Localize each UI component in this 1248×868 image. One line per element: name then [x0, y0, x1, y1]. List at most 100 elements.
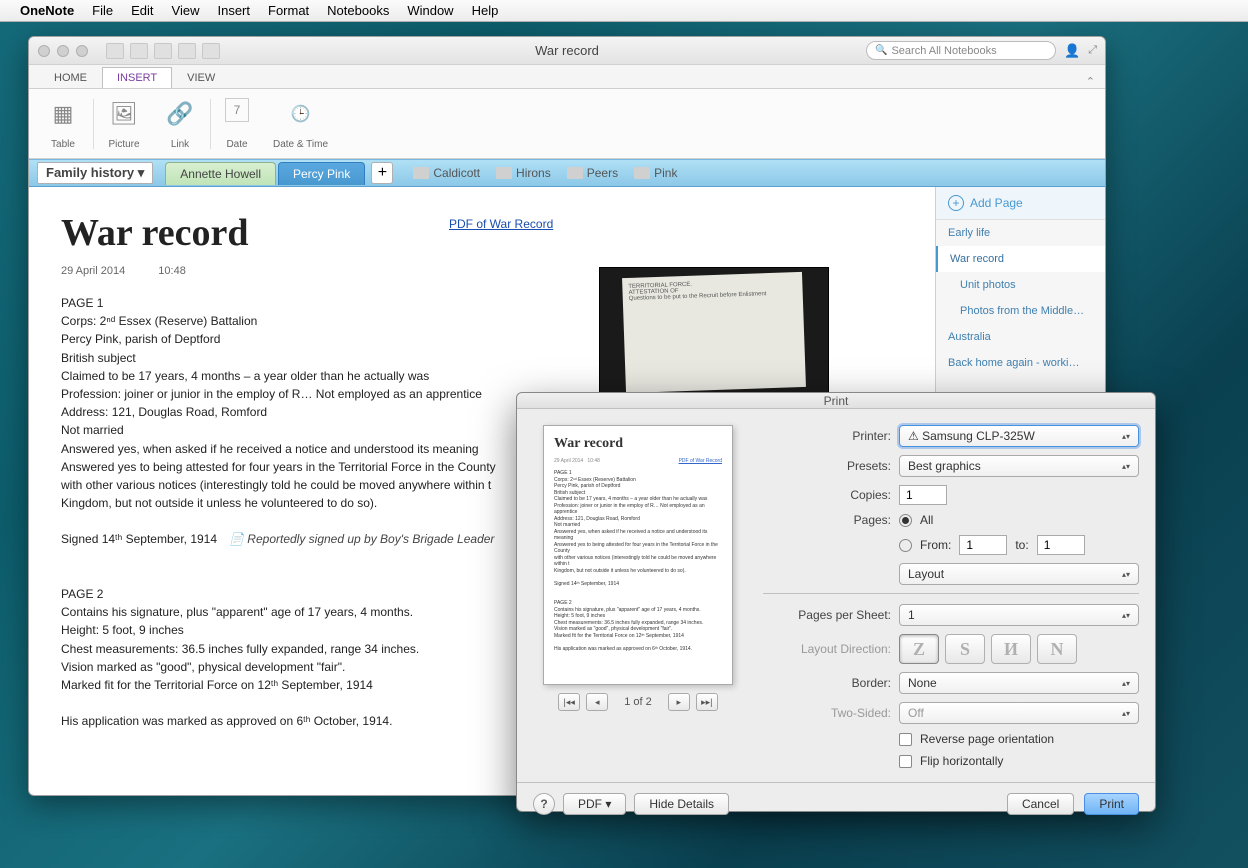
quick-caldicott[interactable]: Caldicott — [413, 166, 480, 180]
sidebar-page-item[interactable]: Back home again - worki… — [936, 350, 1105, 376]
tag-icon — [634, 167, 650, 179]
tab-insert[interactable]: INSERT — [102, 67, 172, 88]
two-sided-select[interactable]: Off▴▾ — [899, 702, 1139, 724]
menu-edit[interactable]: Edit — [131, 3, 153, 18]
document-scan: TERRITORIAL FORCE.ATTESTATION OFQuestion… — [622, 271, 806, 392]
notebook-selector[interactable]: Family history ▾ — [37, 162, 153, 184]
attached-image[interactable]: TERRITORIAL FORCE.ATTESTATION OFQuestion… — [599, 267, 829, 397]
pdf-button[interactable]: PDF ▾ — [563, 793, 626, 815]
last-page-button[interactable]: ▸▸| — [696, 693, 718, 711]
menu-notebooks[interactable]: Notebooks — [327, 3, 389, 18]
plus-icon: + — [948, 195, 964, 211]
menu-window[interactable]: Window — [407, 3, 453, 18]
menu-insert[interactable]: Insert — [217, 3, 250, 18]
ribbon-tabs: HOME INSERT VIEW ⌃ — [29, 65, 1105, 89]
quick-peers[interactable]: Peers — [567, 166, 618, 180]
to-input[interactable] — [1037, 535, 1085, 555]
notebook-bar: Family history ▾ Annette Howell Percy Pi… — [29, 159, 1105, 187]
layout-direction-buttons: Z S И N — [899, 634, 1077, 664]
section-tab-annette[interactable]: Annette Howell — [165, 162, 276, 185]
pps-select[interactable]: 1▴▾ — [899, 604, 1139, 626]
quick-hirons[interactable]: Hirons — [496, 166, 551, 180]
page-time: 10:48 — [158, 265, 186, 277]
link-icon: 🔗 — [164, 98, 196, 130]
app-name[interactable]: OneNote — [20, 3, 74, 18]
from-input[interactable] — [959, 535, 1007, 555]
macos-menubar: OneNote File Edit View Insert Format Not… — [0, 0, 1248, 22]
pps-label: Pages per Sheet: — [763, 608, 891, 622]
ribbon-date[interactable]: 7Date — [215, 94, 259, 154]
print-menu-select[interactable]: Layout▴▾ — [899, 563, 1139, 585]
pdf-link[interactable]: PDF of War Record — [449, 217, 553, 231]
layout-dir-3[interactable]: И — [991, 634, 1031, 664]
ribbon-picture[interactable]: 🖼Picture — [98, 94, 150, 154]
first-page-button[interactable]: |◂◂ — [558, 693, 580, 711]
print-options: Printer: ⚠ Samsung CLP-325W▴▾ Presets: B… — [763, 425, 1139, 776]
ribbon-datetime[interactable]: 🕒Date & Time — [263, 94, 338, 154]
window-titlebar: War record Search All Notebooks 👤 ⤢ — [29, 37, 1105, 65]
sidebar-page-item[interactable]: Photos from the Middle… — [936, 298, 1105, 324]
sidebar-page-item[interactable]: War record — [936, 246, 1105, 272]
sidebar-page-item[interactable]: Unit photos — [936, 272, 1105, 298]
ribbon-table[interactable]: ▦Table — [37, 94, 89, 154]
reverse-checkbox[interactable] — [899, 733, 912, 746]
pages-range-radio[interactable] — [899, 539, 912, 552]
hide-details-button[interactable]: Hide Details — [634, 793, 729, 815]
flip-label: Flip horizontally — [920, 754, 1003, 768]
reverse-label: Reverse page orientation — [920, 732, 1054, 746]
datetime-icon: 🕒 — [285, 98, 317, 130]
callout-note: 📄 Reportedly signed up by Boy's Brigade … — [229, 531, 494, 547]
window-title: War record — [535, 43, 599, 58]
presets-select[interactable]: Best graphics▴▾ — [899, 455, 1139, 477]
table-icon: ▦ — [47, 98, 79, 130]
add-section-button[interactable]: + — [371, 162, 393, 184]
ribbon-link[interactable]: 🔗Link — [154, 94, 206, 154]
dir-label: Layout Direction: — [763, 642, 891, 656]
quick-access-toolbar[interactable] — [106, 43, 220, 59]
tag-icon — [496, 167, 512, 179]
two-sided-label: Two-Sided: — [763, 706, 891, 720]
print-dialog: Print War record 29 April 2014 10:48 PDF… — [516, 392, 1156, 812]
menu-format[interactable]: Format — [268, 3, 309, 18]
pages-all-radio[interactable] — [899, 514, 912, 527]
add-page-button[interactable]: + Add Page — [936, 187, 1105, 220]
layout-dir-4[interactable]: N — [1037, 634, 1077, 664]
fullscreen-icon[interactable]: ⤢ — [1088, 44, 1097, 57]
collapse-ribbon-icon[interactable]: ⌃ — [1086, 75, 1095, 88]
menu-help[interactable]: Help — [472, 3, 499, 18]
layout-dir-2[interactable]: S — [945, 634, 985, 664]
print-footer: ? PDF ▾ Hide Details Cancel Print — [517, 782, 1155, 825]
printer-select[interactable]: ⚠ Samsung CLP-325W▴▾ — [899, 425, 1139, 447]
tag-icon — [413, 167, 429, 179]
tab-view[interactable]: VIEW — [172, 67, 230, 88]
date-icon: 7 — [225, 98, 249, 122]
pages-all-label: All — [920, 513, 933, 527]
printer-label: Printer: — [763, 429, 891, 443]
copies-input[interactable] — [899, 485, 947, 505]
section-tab-percy[interactable]: Percy Pink — [278, 162, 365, 185]
page-indicator: 1 of 2 — [624, 696, 652, 708]
traffic-lights[interactable] — [38, 45, 88, 57]
next-page-button[interactable]: ▸ — [668, 693, 690, 711]
menu-view[interactable]: View — [172, 3, 200, 18]
page-date: 29 April 2014 — [61, 265, 125, 277]
search-input[interactable]: Search All Notebooks — [866, 41, 1056, 60]
share-icon[interactable]: 👤 — [1064, 43, 1080, 59]
tab-home[interactable]: HOME — [39, 67, 102, 88]
print-button[interactable]: Print — [1084, 793, 1139, 815]
preview-page: War record 29 April 2014 10:48 PDF of Wa… — [543, 425, 733, 685]
presets-label: Presets: — [763, 459, 891, 473]
picture-icon: 🖼 — [108, 98, 140, 130]
border-select[interactable]: None▴▾ — [899, 672, 1139, 694]
menu-file[interactable]: File — [92, 3, 113, 18]
help-button[interactable]: ? — [533, 793, 555, 815]
sidebar-page-item[interactable]: Australia — [936, 324, 1105, 350]
cancel-button[interactable]: Cancel — [1007, 793, 1074, 815]
flip-checkbox[interactable] — [899, 755, 912, 768]
sidebar-page-item[interactable]: Early life — [936, 220, 1105, 246]
layout-dir-1[interactable]: Z — [899, 634, 939, 664]
print-dialog-title: Print — [517, 393, 1155, 409]
from-label: From: — [920, 538, 951, 552]
prev-page-button[interactable]: ◂ — [586, 693, 608, 711]
quick-pink[interactable]: Pink — [634, 166, 677, 180]
